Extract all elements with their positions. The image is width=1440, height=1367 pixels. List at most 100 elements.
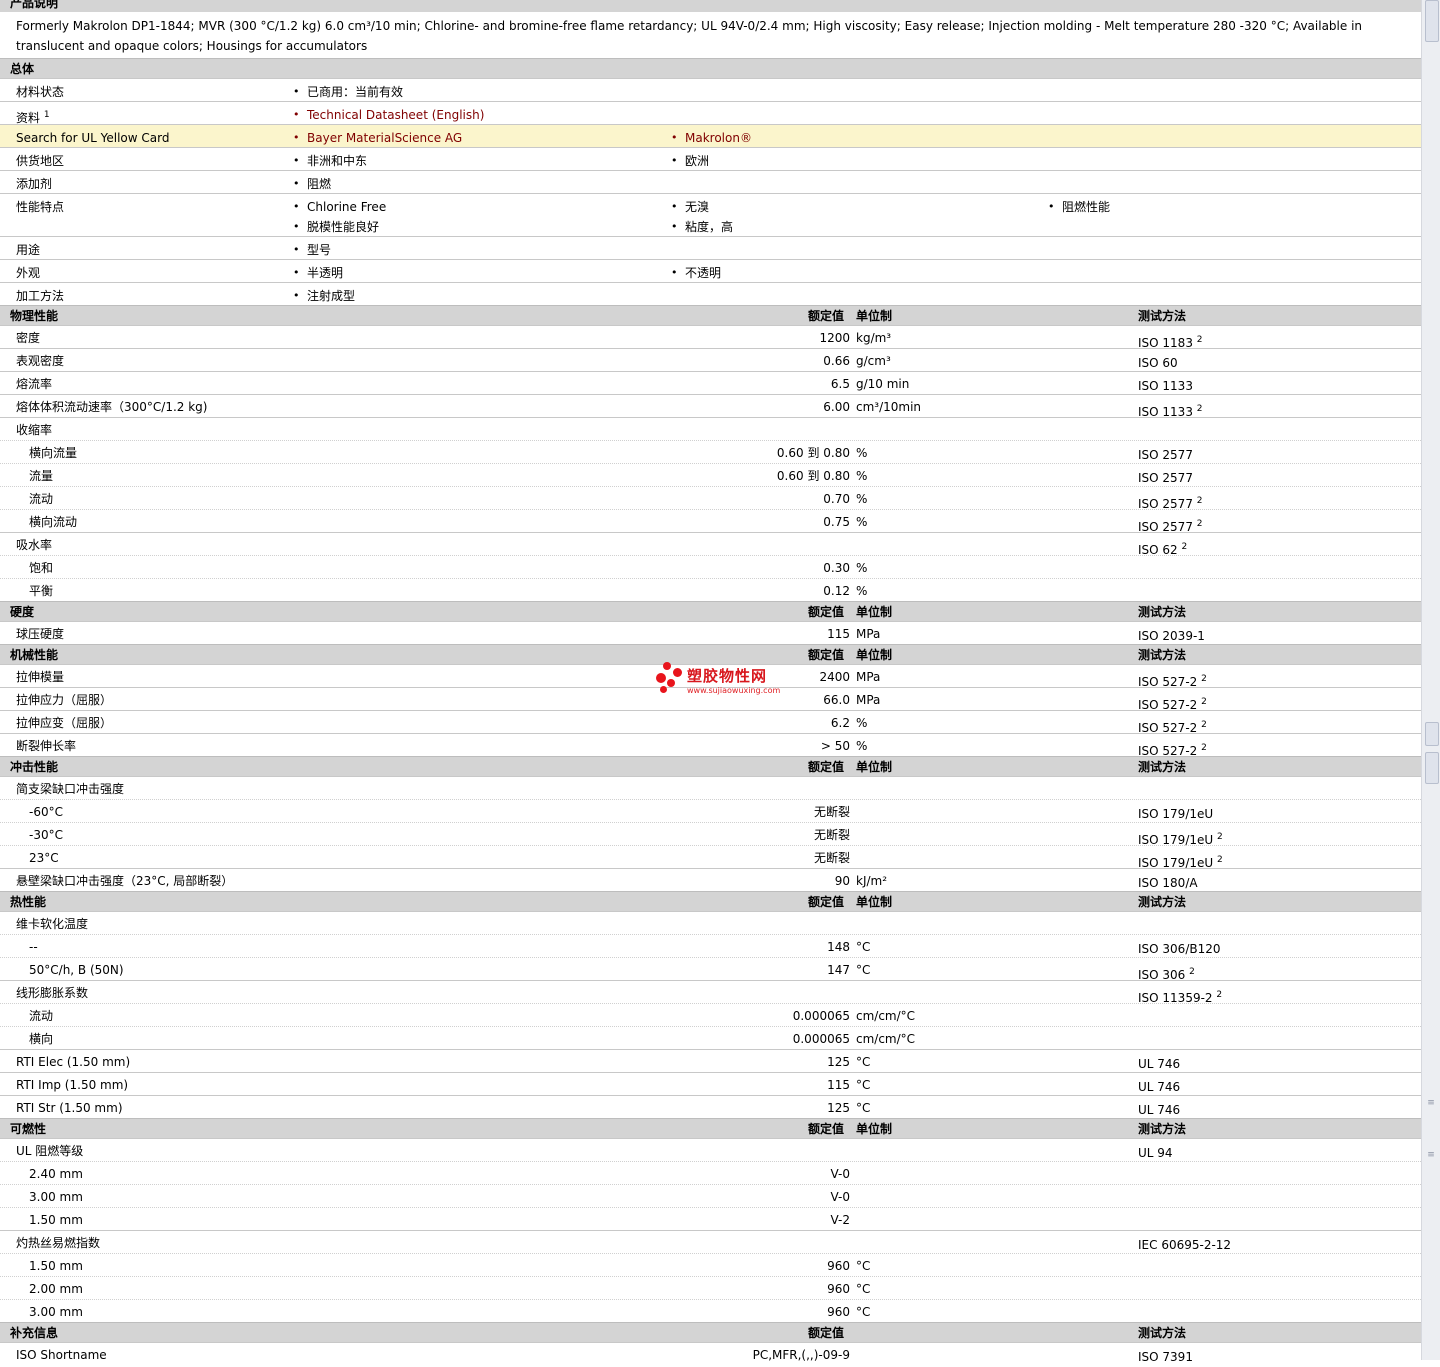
property-label: 平衡	[29, 584, 54, 598]
property-label: 拉伸应变（屈服）	[16, 716, 113, 730]
section-title: 物理性能	[10, 309, 59, 323]
property-label: 灼热丝易燃指数	[16, 1236, 101, 1250]
unit-header: 单位制	[856, 1122, 893, 1136]
property-row: 1.50 mm 960 °C	[0, 1253, 1421, 1276]
test-method-text: ISO 180/A	[1138, 876, 1198, 890]
test-method: IEC 60695-2-12	[1138, 1235, 1231, 1255]
unit: °C	[856, 940, 871, 954]
footnote-ref: 2	[1196, 519, 1203, 529]
nominal-value-header: 额定值	[808, 648, 845, 662]
nominal-value: 无断裂	[813, 828, 850, 842]
property-label: 断裂伸长率	[16, 739, 77, 753]
nominal-value: V-0	[830, 1167, 850, 1181]
row-processing: 加工方法 注射成型	[0, 282, 1421, 306]
site-watermark: 塑胶物性网 www.sujiaowuxing.com	[656, 662, 796, 698]
test-method-header: 测试方法	[1138, 760, 1187, 774]
property-label: 密度	[16, 331, 41, 345]
property-label: 维卡软化温度	[16, 917, 89, 931]
nominal-value: 90	[834, 874, 850, 888]
property-row: RTI Imp (1.50 mm) 115 °C UL 746	[0, 1072, 1421, 1095]
bullet-value: 半透明	[291, 263, 343, 283]
test-method-text: ISO 60	[1138, 356, 1178, 370]
section-header-product-description: 产品说明	[0, 0, 1421, 12]
scrollbar-grip-icon: ≡	[1427, 1150, 1435, 1160]
property-row: 2.00 mm 960 °C	[0, 1276, 1421, 1299]
test-method: ISO 2039-1	[1138, 626, 1205, 646]
bullet-value: 不透明	[669, 263, 721, 283]
scrollbar-thumb[interactable]	[1425, 722, 1439, 746]
nominal-value-header: 额定值	[808, 605, 845, 619]
section-header-flammability: 可燃性 额定值 单位制 测试方法	[0, 1118, 1421, 1138]
property-label: 饱和	[29, 561, 54, 575]
row-appearance: 外观 半透明 不透明	[0, 259, 1421, 283]
test-method: ISO 1133	[1138, 376, 1193, 396]
property-row: 熔体体积流动速率（300°C/1.2 kg) 6.00 cm³/10min ISO 1…	[0, 394, 1421, 419]
property-label: 23°C	[29, 851, 59, 865]
bayer-link[interactable]: Bayer MaterialScience AG	[291, 128, 462, 148]
property-row: 横向流量 0.60 到 0.80% ISO 2577	[0, 440, 1421, 463]
nominal-value: 115	[827, 627, 850, 641]
vertical-scrollbar[interactable]: ≡ ≡	[1421, 0, 1440, 1360]
property-label: 简支梁缺口冲击强度	[16, 782, 125, 796]
nominal-value: 0.000065	[792, 1009, 850, 1023]
footnote-ref: 2	[1201, 720, 1207, 730]
section-header-impact: 冲击性能 额定值 单位制 测试方法	[0, 756, 1421, 776]
property-label: 熔体体积流动速率（300°C/1.2 kg)	[16, 400, 208, 414]
nominal-value: 0.70	[823, 492, 850, 506]
nominal-value-header: 额定值	[808, 895, 845, 909]
test-method-text: UL 746	[1138, 1103, 1181, 1117]
nominal-value-header: 额定值	[808, 309, 845, 323]
section-header-hardness: 硬度 额定值 单位制 测试方法	[0, 601, 1421, 621]
unit: °C	[856, 1259, 871, 1273]
section-header-thermal: 热性能 额定值 单位制 测试方法	[0, 891, 1421, 911]
watermark-title: 塑胶物性网	[687, 667, 768, 685]
property-label: --	[29, 940, 38, 954]
bullet-value: Chlorine Free	[291, 197, 386, 217]
property-label: ISO Shortname	[16, 1348, 107, 1362]
scrollbar-thumb[interactable]	[1425, 752, 1439, 784]
property-label: 3.00 mm	[29, 1190, 83, 1204]
unit-header: 单位制	[856, 309, 893, 323]
property-row: 断裂伸长率 > 50% ISO 527-2 2	[0, 733, 1421, 758]
unit: kJ/m²	[856, 874, 888, 888]
property-label: 流动	[29, 492, 54, 506]
property-label: -30°C	[29, 828, 63, 842]
row-label: 外观	[16, 266, 41, 280]
unit: MPa	[856, 693, 881, 707]
test-method-text: UL 94	[1138, 1146, 1173, 1160]
scrollbar-grip-icon: ≡	[1427, 1098, 1435, 1108]
section-header-general: 总体	[0, 58, 1421, 78]
property-label: 横向流量	[29, 446, 78, 460]
section-header-physical: 物理性能 额定值 单位制 测试方法	[0, 305, 1421, 325]
property-label: 熔流率	[16, 377, 53, 391]
test-method: ISO 306/B120	[1138, 939, 1221, 959]
footnote-ref: 2	[1216, 990, 1223, 1000]
unit: cm³/10min	[856, 400, 922, 414]
unit: %	[856, 739, 868, 753]
row-label: 供货地区	[16, 154, 65, 168]
row-ul-yellow-card: Search for UL Yellow Card Bayer Material…	[0, 124, 1421, 148]
property-label: 3.00 mm	[29, 1305, 83, 1319]
nominal-value: 148	[827, 940, 850, 954]
nominal-value: 6.5	[830, 377, 850, 391]
bullet-value: 阻燃	[291, 174, 331, 194]
property-row: 1.50 mm V-2	[0, 1207, 1421, 1230]
technical-datasheet-link[interactable]: Technical Datasheet (English)	[291, 105, 484, 125]
scrollbar-thumb[interactable]	[1425, 0, 1439, 42]
test-method-text: ISO 179/1eU	[1138, 807, 1214, 821]
footnote-ref: 2	[1181, 542, 1188, 552]
test-method: UL 94	[1138, 1143, 1173, 1163]
bullet-value: 阻燃性能	[1046, 197, 1110, 217]
watermark-url: www.sujiaowuxing.com	[687, 686, 781, 695]
makrolon-link[interactable]: Makrolon®	[669, 128, 752, 148]
row-supply-region: 供货地区 非洲和中东 欧洲	[0, 147, 1421, 171]
property-row: 维卡软化温度	[0, 911, 1421, 934]
nominal-value: 无断裂	[813, 851, 850, 865]
test-method-text: ISO 2577	[1138, 471, 1193, 485]
footnote-ref: 2	[1189, 967, 1195, 977]
test-method-header: 测试方法	[1138, 1122, 1187, 1136]
test-method-header: 测试方法	[1138, 309, 1187, 323]
property-row: UL 阻燃等级 UL 94	[0, 1138, 1421, 1161]
unit: %	[856, 469, 868, 483]
section-title: 硬度	[10, 605, 35, 619]
